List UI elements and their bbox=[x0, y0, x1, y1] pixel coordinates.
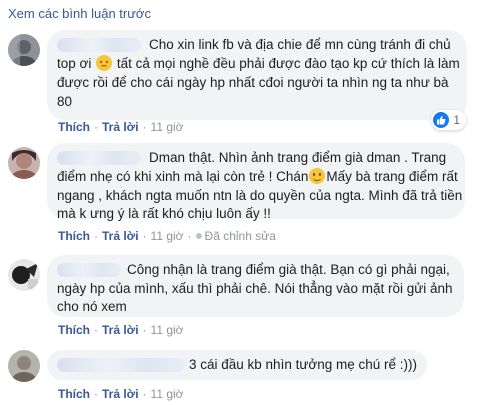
avatar[interactable] bbox=[8, 259, 40, 291]
comment-text: tất cả mọi nghề đều phải được đào tạo kp… bbox=[113, 56, 460, 71]
comment-actions: Thích · Trả lời · 11 giờ bbox=[58, 387, 184, 401]
reply-button[interactable]: Trả lời bbox=[102, 387, 139, 401]
reply-button[interactable]: Trả lời bbox=[102, 323, 139, 337]
comment-bubble: Cho xin link fb và địa chie để mn cùng t… bbox=[47, 30, 467, 120]
avatar[interactable] bbox=[8, 34, 40, 66]
avatar[interactable] bbox=[8, 350, 40, 382]
reply-button[interactable]: Trả lời bbox=[102, 229, 139, 243]
reaction-summary[interactable]: 1 bbox=[431, 110, 466, 130]
comment-line: Dman thật. Nhìn ảnh trang điểm già dman … bbox=[149, 150, 447, 165]
edited-label[interactable]: Đã chỉnh sửa bbox=[205, 229, 276, 243]
comment-line: Công nhận là trang điểm già thật. Bạn có… bbox=[127, 262, 450, 277]
comment-actions: Thích · Trả lời · 11 giờ · Đã chỉnh sửa bbox=[58, 229, 276, 243]
avatar-image bbox=[8, 147, 40, 179]
comment-line: được rồi để cho cái ngày hp nhất cđoi ng… bbox=[57, 75, 449, 90]
avatar[interactable] bbox=[8, 147, 40, 179]
like-reaction-icon bbox=[433, 112, 450, 128]
avatar-image bbox=[8, 34, 40, 66]
comment-line: 80 bbox=[57, 94, 73, 109]
comment-line: mà k ưng ý là rất khó chịu luôn ấy !! bbox=[57, 206, 271, 221]
comment-line: ngày hp của mình, xấu thì phải chê. Nói … bbox=[57, 281, 453, 296]
commenter-name-blurred[interactable] bbox=[57, 38, 141, 52]
comment-text: điểm nhẹ có khi xinh mà lại còn trẻ ! Ch… bbox=[57, 169, 309, 184]
comment-actions: Thích · Trả lời · 11 giờ bbox=[58, 120, 184, 134]
comment-text: Mấy bà trang điểm rất bbox=[326, 169, 458, 184]
sad-emoji-icon bbox=[96, 55, 113, 71]
comment-timestamp[interactable]: 11 giờ bbox=[151, 387, 184, 401]
commenter-name-blurred[interactable] bbox=[57, 358, 185, 372]
comment-timestamp[interactable]: 11 giờ bbox=[151, 323, 184, 337]
avatar-image bbox=[8, 259, 40, 291]
comment-bubble: Dman thật. Nhìn ảnh trang điểm già dman … bbox=[47, 143, 465, 221]
commenter-name-blurred[interactable] bbox=[57, 263, 121, 277]
reaction-count: 1 bbox=[453, 113, 460, 127]
comment-timestamp[interactable]: 11 giờ bbox=[151, 229, 184, 243]
comment-timestamp[interactable]: 11 giờ bbox=[151, 120, 184, 134]
like-button[interactable]: Thích bbox=[58, 120, 90, 134]
reply-button[interactable]: Trả lời bbox=[102, 120, 139, 134]
edited-icon bbox=[195, 233, 202, 239]
comment-line: Cho xin link fb và địa chie để mn cùng t… bbox=[149, 37, 451, 52]
comment-line: ngang , khách ngta muốn ntn là do quyền … bbox=[57, 188, 463, 203]
comment-line: top ơi tất cả mọi nghề đều phải được đào… bbox=[57, 54, 460, 73]
commenter-name-blurred[interactable] bbox=[57, 151, 141, 165]
like-button[interactable]: Thích bbox=[58, 229, 90, 243]
comment-bubble: 3 cái đầu kb nhìn tưởng mẹ chú rể :))) bbox=[47, 350, 427, 380]
like-button[interactable]: Thích bbox=[58, 387, 90, 401]
view-previous-comments-link[interactable]: Xem các bình luận trước bbox=[8, 6, 151, 21]
avatar-image bbox=[8, 350, 40, 382]
like-button[interactable]: Thích bbox=[58, 323, 90, 337]
comment-text: top ơi bbox=[57, 56, 96, 71]
comment-line: 3 cái đầu kb nhìn tưởng mẹ chú rể :))) bbox=[189, 357, 417, 372]
comment-bubble: Công nhận là trang điểm già thật. Bạn có… bbox=[47, 255, 464, 317]
comment-line: cho nó xem bbox=[57, 299, 127, 314]
comment-line: điểm nhẹ có khi xinh mà lại còn trẻ ! Ch… bbox=[57, 167, 458, 186]
comment-actions: Thích · Trả lời · 11 giờ bbox=[58, 323, 184, 337]
smile-emoji-icon bbox=[309, 168, 326, 184]
